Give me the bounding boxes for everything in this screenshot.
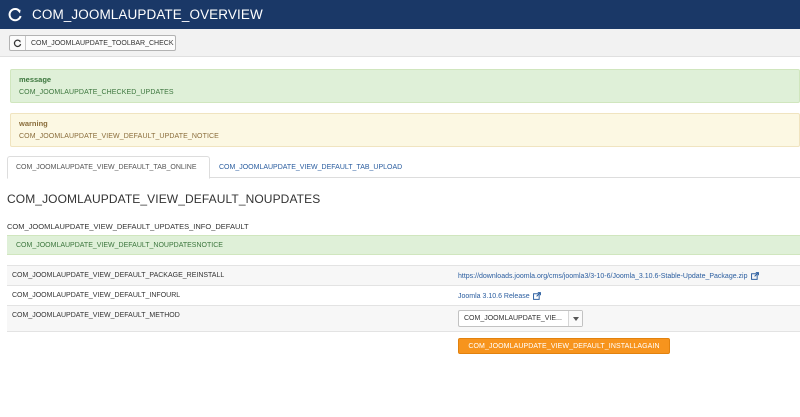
page-title: COM_JOOMLAUPDATE_OVERVIEW <box>32 7 263 22</box>
update-info-table: COM_JOOMLAUPDATE_VIEW_DEFAULT_PACKAGE_RE… <box>7 265 800 331</box>
tab-online[interactable]: COM_JOOMLAUPDATE_VIEW_DEFAULT_TAB_ONLINE <box>7 156 210 179</box>
info-url-label: COM_JOOMLAUPDATE_VIEW_DEFAULT_INFOURL <box>12 292 181 299</box>
warning-heading: warning <box>19 119 48 128</box>
table-row: COM_JOOMLAUPDATE_VIEW_DEFAULT_PACKAGE_RE… <box>7 265 800 285</box>
external-link-icon <box>532 292 541 300</box>
message-heading: message <box>19 75 52 84</box>
warning-text: COM_JOOMLAUPDATE_VIEW_DEFAULT_UPDATE_NOT… <box>19 133 219 140</box>
release-info-link[interactable]: Joomla 3.10.6 Release <box>458 292 541 300</box>
check-updates-label: COM_JOOMLAUPDATE_TOOLBAR_CHECK <box>31 39 174 47</box>
message-text: COM_JOOMLAUPDATE_CHECKED_UPDATES <box>19 89 174 96</box>
external-link-icon <box>750 272 759 280</box>
table-divider <box>7 331 800 332</box>
package-download-link[interactable]: https://downloads.joomla.org/cms/joomla3… <box>458 272 759 280</box>
no-updates-notice: COM_JOOMLAUPDATE_VIEW_DEFAULT_NOUPDATESN… <box>7 235 800 255</box>
method-label: COM_JOOMLAUPDATE_VIEW_DEFAULT_METHOD <box>12 312 180 319</box>
message-alert: message COM_JOOMLAUPDATE_CHECKED_UPDATES <box>10 69 800 103</box>
updates-info-default: COM_JOOMLAUPDATE_VIEW_DEFAULT_UPDATES_IN… <box>7 222 249 231</box>
refresh-icon <box>7 7 23 23</box>
warning-alert: warning COM_JOOMLAUPDATE_VIEW_DEFAULT_UP… <box>10 113 800 147</box>
check-updates-button[interactable]: COM_JOOMLAUPDATE_TOOLBAR_CHECK <box>9 35 176 51</box>
page-header: COM_JOOMLAUPDATE_OVERVIEW <box>0 0 800 29</box>
method-select[interactable]: COM_JOOMLAUPDATE_VIE... <box>458 310 583 327</box>
chevron-down-icon <box>568 311 582 326</box>
install-again-button[interactable]: COM_JOOMLAUPDATE_VIEW_DEFAULT_INSTALLAGA… <box>458 338 670 354</box>
release-info-text: Joomla 3.10.6 Release <box>458 292 530 300</box>
package-download-url: https://downloads.joomla.org/cms/joomla3… <box>458 272 748 280</box>
table-row: COM_JOOMLAUPDATE_VIEW_DEFAULT_INFOURL Jo… <box>7 285 800 305</box>
package-reinstall-label: COM_JOOMLAUPDATE_VIEW_DEFAULT_PACKAGE_RE… <box>12 272 225 279</box>
refresh-icon <box>10 36 26 50</box>
tab-bar: COM_JOOMLAUPDATE_VIEW_DEFAULT_TAB_ONLINE… <box>7 156 800 179</box>
tab-upload[interactable]: COM_JOOMLAUPDATE_VIEW_DEFAULT_TAB_UPLOAD <box>211 156 410 178</box>
method-selected-value: COM_JOOMLAUPDATE_VIE... <box>464 315 562 322</box>
section-title: COM_JOOMLAUPDATE_VIEW_DEFAULT_NOUPDATES <box>7 192 321 206</box>
toolbar: COM_JOOMLAUPDATE_TOOLBAR_CHECK <box>0 29 800 57</box>
table-row: COM_JOOMLAUPDATE_VIEW_DEFAULT_METHOD COM… <box>7 305 800 331</box>
